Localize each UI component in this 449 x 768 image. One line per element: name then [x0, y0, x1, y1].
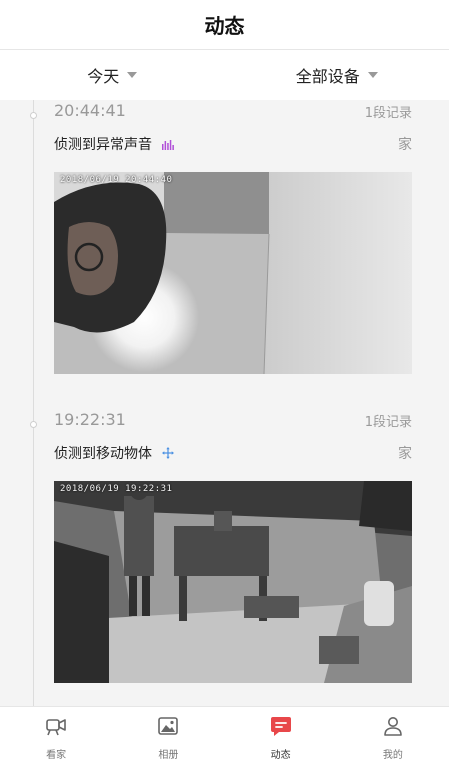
camera-snapshot	[54, 172, 412, 374]
header: 动态	[0, 0, 449, 50]
event-description: 侦测到异常声音	[54, 137, 152, 153]
event-description-row: 侦测到异常声音	[54, 134, 174, 154]
tab-label: 相册	[158, 750, 179, 761]
event-location: 家	[398, 446, 412, 462]
tab-label: 我的	[382, 750, 403, 761]
event-time: 20:44:41	[54, 101, 126, 120]
user-icon	[381, 714, 405, 742]
tab-me[interactable]: 我的	[337, 707, 449, 768]
video-timestamp-overlay: 2018/06/19 20:44:40	[60, 175, 173, 185]
album-icon	[156, 714, 180, 742]
event-location: 家	[398, 137, 412, 153]
tab-label: 动态	[270, 750, 291, 761]
event-description: 侦测到移动物体	[54, 446, 152, 462]
event-video-thumbnail[interactable]: 2018/06/19 19:22:31	[54, 481, 412, 683]
device-filter-label: 全部设备	[295, 67, 360, 86]
event-record-count: 1段记录	[364, 415, 412, 430]
tab-label: 看家	[46, 750, 67, 761]
bottom-tab-bar: 看家 相册 动态 我的	[0, 706, 449, 768]
camera-icon	[44, 714, 68, 742]
tab-activity[interactable]: 动态	[225, 707, 337, 768]
event-time: 19:22:31	[54, 410, 126, 429]
date-filter-label: 今天	[87, 67, 120, 86]
timeline-line	[33, 100, 34, 706]
event-video-thumbnail[interactable]: 2018/06/19 20:44:40	[54, 172, 412, 374]
camera-snapshot	[54, 481, 412, 683]
filter-bar: 今天 全部设备	[0, 50, 449, 100]
video-timestamp-overlay: 2018/06/19 19:22:31	[60, 484, 173, 494]
caret-down-icon	[127, 72, 138, 78]
tab-album[interactable]: 相册	[112, 707, 224, 768]
sound-wave-icon	[162, 135, 174, 154]
move-arrows-icon	[162, 444, 174, 463]
message-icon	[269, 714, 293, 742]
device-filter[interactable]: 全部设备	[225, 50, 449, 100]
event-feed[interactable]: 20:44:41 1段记录 侦测到异常声音 家 2018/06/19 20:44…	[0, 100, 449, 706]
date-filter[interactable]: 今天	[0, 50, 225, 100]
timeline-dot	[30, 421, 37, 428]
timeline-dot	[30, 112, 37, 119]
page-title: 动态	[204, 14, 245, 38]
tab-home-watch[interactable]: 看家	[0, 707, 112, 768]
event-description-row: 侦测到移动物体	[54, 443, 174, 463]
caret-down-icon	[367, 72, 378, 78]
event-record-count: 1段记录	[364, 106, 412, 121]
